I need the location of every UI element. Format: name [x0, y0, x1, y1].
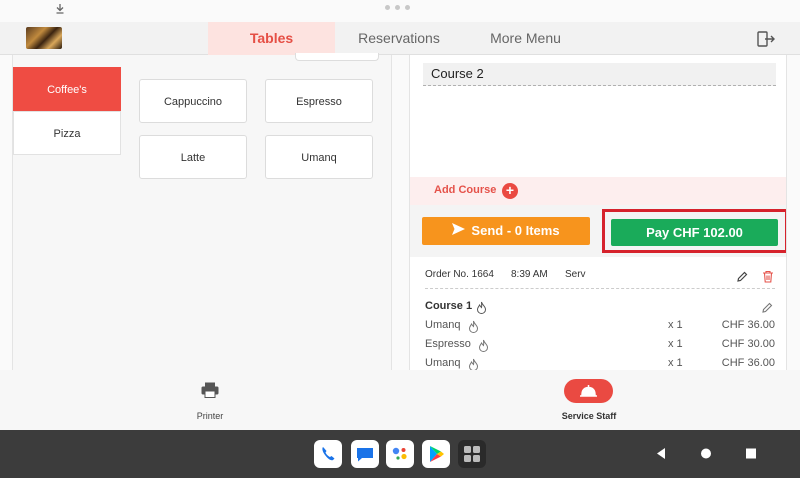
system-navigation-bar: [0, 430, 800, 478]
status-bar: [0, 0, 800, 22]
edit-course-icon[interactable]: [761, 302, 773, 314]
window-handle-icon: [385, 5, 410, 10]
download-icon: [55, 3, 65, 17]
line-item-price: CHF 36.00: [721, 357, 775, 369]
service-staff-button[interactable]: [564, 379, 613, 403]
send-label: Send - 0 Items: [471, 223, 560, 238]
messages-app-icon[interactable]: [351, 440, 379, 468]
order-number: Order No. 1664: [425, 269, 494, 280]
course-1-header[interactable]: Course 1: [425, 300, 775, 316]
printer-icon[interactable]: [201, 382, 219, 398]
printer-label[interactable]: Printer: [180, 411, 240, 421]
pay-highlight: Pay CHF 102.00: [602, 209, 786, 253]
item-latte[interactable]: Latte: [139, 135, 247, 179]
send-icon: [452, 217, 466, 245]
line-item-name: Espresso: [425, 338, 471, 350]
edit-order-icon[interactable]: [736, 271, 748, 283]
line-item-qty: x 1: [668, 319, 683, 331]
tab-reservations[interactable]: Reservations: [345, 22, 453, 55]
pay-button[interactable]: Pay CHF 102.00: [611, 219, 778, 246]
item-espresso[interactable]: Espresso: [265, 79, 373, 123]
add-course-plus-icon[interactable]: +: [502, 183, 518, 199]
top-navigation: Tables Reservations More Menu: [0, 22, 800, 55]
phone-app-icon[interactable]: [314, 440, 342, 468]
line-item-qty: x 1: [668, 338, 683, 350]
order-server: Serv: [565, 269, 586, 280]
order-header: Order No. 1664 8:39 AM Serv: [425, 269, 775, 289]
course-2-header[interactable]: Course 2: [423, 63, 776, 86]
line-item-price: CHF 30.00: [721, 338, 775, 350]
order-line[interactable]: Espresso x 1 CHF 30.00: [425, 338, 775, 354]
delete-order-icon[interactable]: [762, 270, 774, 283]
add-course-row[interactable]: Add Course +: [410, 177, 786, 205]
line-item-name: Umanq: [425, 357, 461, 369]
service-staff-label[interactable]: Service Staff: [550, 411, 628, 421]
fire-icon[interactable]: [468, 358, 479, 370]
order-panel: Course 2 Add Course + Send - 0 Items Pay…: [409, 55, 787, 370]
back-icon[interactable]: [655, 447, 667, 465]
fire-icon[interactable]: [468, 320, 479, 334]
menu-panel: Coffee's Pizza Cappuccino Espresso Latte…: [12, 53, 392, 370]
item-cappuccino[interactable]: Cappuccino: [139, 79, 247, 123]
order-time: 8:39 AM: [511, 269, 548, 280]
add-course-label[interactable]: Add Course: [434, 184, 496, 196]
line-item-price: CHF 36.00: [721, 319, 775, 331]
play-store-app-icon[interactable]: [422, 440, 450, 468]
assistant-app-icon[interactable]: [386, 440, 414, 468]
order-line[interactable]: Umanq x 1 CHF 36.00: [425, 319, 775, 335]
service-bell-icon: [580, 385, 597, 397]
tab-tables[interactable]: Tables: [208, 22, 335, 55]
search-field[interactable]: [295, 53, 379, 61]
category-pizza[interactable]: Pizza: [13, 111, 121, 155]
home-icon[interactable]: [700, 447, 712, 465]
line-item-name: Umanq: [425, 319, 461, 331]
fire-icon[interactable]: [478, 339, 489, 353]
action-buttons: Send - 0 Items Pay CHF 102.00: [410, 205, 786, 257]
fire-icon[interactable]: [476, 301, 487, 315]
restaurant-logo: [26, 27, 62, 49]
tab-more-menu[interactable]: More Menu: [478, 22, 573, 55]
item-umanq[interactable]: Umanq: [265, 135, 373, 179]
line-item-qty: x 1: [668, 357, 683, 369]
send-button[interactable]: Send - 0 Items: [422, 217, 590, 245]
bottom-action-bar: Printer Service Staff: [0, 370, 800, 430]
recents-icon[interactable]: [745, 447, 757, 465]
category-coffees[interactable]: Coffee's: [13, 67, 121, 111]
logout-icon[interactable]: [756, 30, 776, 48]
course-1-label: Course 1: [425, 300, 473, 312]
order-line[interactable]: Umanq x 1 CHF 36.00: [425, 357, 775, 370]
app-drawer-icon[interactable]: [458, 440, 486, 468]
